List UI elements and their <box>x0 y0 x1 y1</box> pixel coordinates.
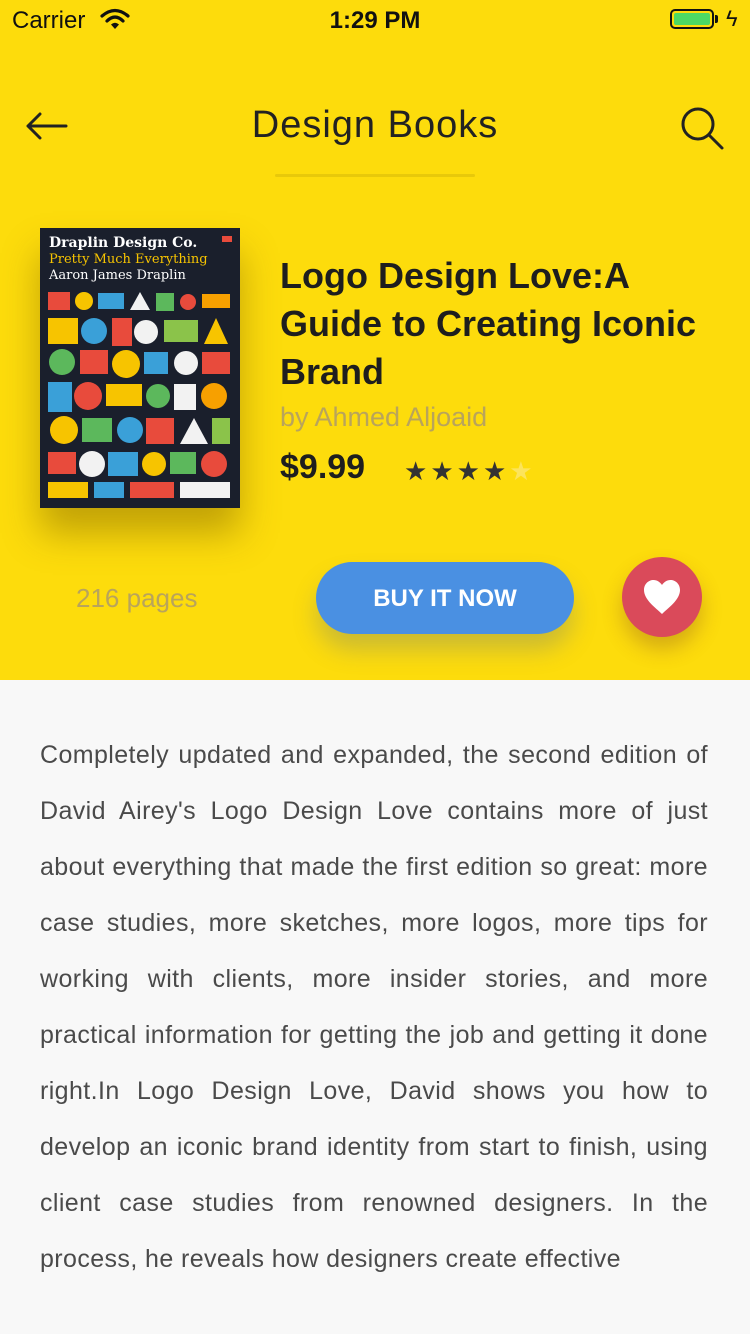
star-filled-icon: ★ <box>404 456 431 486</box>
charging-icon: ϟ <box>726 6 738 31</box>
star-empty-icon: ★ <box>509 456 536 486</box>
rating-stars: ★★★★★ <box>404 456 536 487</box>
cover-badge <box>222 236 232 242</box>
page-title: Design Books <box>251 104 499 146</box>
cover-publisher: Draplin Design Co. <box>49 235 198 251</box>
page-count: 216 pages <box>76 583 198 613</box>
favorite-button[interactable] <box>622 557 702 637</box>
heart-icon <box>644 580 680 614</box>
book-hero: Carrier 1:29 PM ϟ Design Books Draplin D… <box>0 0 750 680</box>
status-bar: Carrier 1:29 PM ϟ <box>0 0 750 40</box>
clock: 1:29 PM <box>329 7 421 34</box>
book-description: Completely updated and expanded, the sec… <box>40 741 708 1273</box>
book-author: by Ahmed Aljoaid <box>280 402 488 432</box>
battery-tip <box>715 15 718 23</box>
star-filled-icon: ★ <box>456 456 483 486</box>
star-filled-icon: ★ <box>430 456 457 486</box>
cover-author: Aaron James Draplin <box>49 268 186 283</box>
book-price: $9.99 <box>280 448 366 486</box>
book-cover[interactable]: Draplin Design Co. Pretty Much Everythin… <box>40 228 240 508</box>
star-filled-icon: ★ <box>482 456 510 486</box>
search-icon[interactable] <box>678 104 726 152</box>
battery-icon <box>670 9 714 29</box>
cover-subtitle: Pretty Much Everything <box>49 252 208 267</box>
title-underline <box>275 174 475 177</box>
buy-now-button[interactable]: BUY IT NOW <box>316 562 574 634</box>
book-title: Logo Design Love:A Guide to Creating Ico… <box>280 255 697 392</box>
cover-artwork <box>48 292 230 498</box>
